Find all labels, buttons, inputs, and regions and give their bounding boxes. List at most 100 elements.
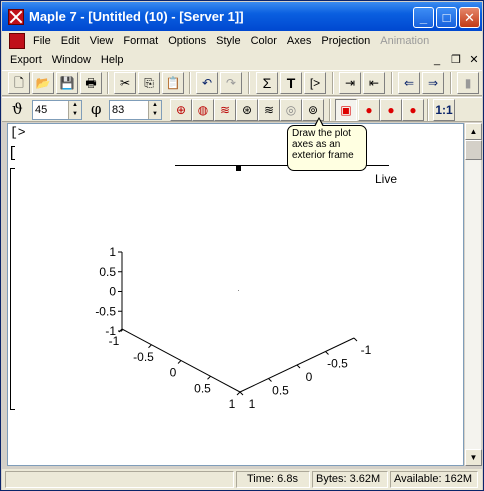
plot-toolbar: ϑ ▲▼ φ ▲▼ ⊕ ◍ ≋ ⊛ ≋ ◎ ⊚ ▣ ● ● ● 1:1 xyxy=(2,97,482,122)
menu-view[interactable]: View xyxy=(85,35,119,47)
menu-style[interactable]: Style xyxy=(211,35,245,47)
undo-icon[interactable]: ↶ xyxy=(196,72,218,94)
plot-3d[interactable]: 10.50-0.5-1-1-0.500.51-1-0.500.51 xyxy=(8,124,464,466)
close-button[interactable]: ✕ xyxy=(459,7,480,28)
toolbar-separator xyxy=(248,72,250,94)
scroll-thumb[interactable] xyxy=(465,140,482,160)
menu-bar: File Edit View Format Options Style Colo… xyxy=(2,31,482,70)
menu-color[interactable]: Color xyxy=(246,35,282,47)
x-tick xyxy=(177,360,182,364)
stop-icon[interactable]: ▮ xyxy=(457,72,479,94)
cut-icon[interactable]: ✂ xyxy=(114,72,136,94)
menu-window[interactable]: Window xyxy=(47,54,96,66)
vertical-scrollbar[interactable]: ▲ ▼ xyxy=(464,123,482,466)
tooltip-pointer-fill xyxy=(315,119,323,127)
z-tick-label: 0.5 xyxy=(99,265,116,279)
x-tick-label: -1 xyxy=(109,334,120,348)
title-bar[interactable]: Maple 7 - [Untitled (10) - [Server 1]] _… xyxy=(2,2,482,31)
status-bytes: Bytes: 3.62M xyxy=(312,471,388,488)
paste-icon[interactable]: 📋 xyxy=(162,72,184,94)
y-tick xyxy=(239,391,244,396)
redo-icon[interactable]: ↷ xyxy=(220,72,242,94)
menu-export[interactable]: Export xyxy=(2,54,47,66)
menu-axes[interactable]: Axes xyxy=(282,35,316,47)
forward-arrow-icon[interactable]: ⇒ xyxy=(422,72,444,94)
style-contour-icon[interactable]: ≋ xyxy=(258,99,280,121)
status-time: Time: 6.8s xyxy=(236,471,310,488)
outdent-icon[interactable]: ⇤ xyxy=(363,72,385,94)
y-tick xyxy=(353,337,358,342)
toolbar-separator xyxy=(332,72,334,94)
menu-format[interactable]: Format xyxy=(118,35,163,47)
save-icon[interactable]: 💾 xyxy=(56,72,78,94)
style-patch-contour-icon[interactable]: ≋ xyxy=(214,99,236,121)
print-icon[interactable]: 🖶 xyxy=(80,72,102,94)
back-arrow-icon[interactable]: ⇐ xyxy=(398,72,420,94)
sigma-icon[interactable]: Σ xyxy=(256,72,278,94)
new-document-icon[interactable]: 🗋 xyxy=(8,72,30,94)
z-tick-label: 0 xyxy=(109,285,116,299)
menu-file[interactable]: File xyxy=(28,35,56,47)
scroll-down-icon[interactable]: ▼ xyxy=(465,449,482,466)
copy-icon[interactable]: ⎘ xyxy=(138,72,160,94)
axes-none-icon[interactable]: ● xyxy=(402,99,424,121)
document-menu-icon[interactable] xyxy=(9,32,25,49)
standard-toolbar: 🗋 📂 💾 🖶 ✂ ⎘ 📋 ↶ ↷ Σ T [> ⇥ ⇤ ⇐ ⇒ ▮ xyxy=(2,70,482,96)
y-tick-label: 0.5 xyxy=(272,384,289,398)
toolbar-separator xyxy=(450,72,452,94)
menu-help[interactable]: Help xyxy=(96,54,129,66)
maple-window: Maple 7 - [Untitled (10) - [Server 1]] _… xyxy=(0,0,484,491)
y-tick xyxy=(268,378,272,382)
maple-logo-icon[interactable] xyxy=(8,9,24,25)
phi-spinner[interactable]: ▲▼ xyxy=(109,100,162,120)
maximize-button[interactable]: □ xyxy=(436,7,457,28)
theta-spin-arrows-icon[interactable]: ▲ ▼ xyxy=(68,101,81,119)
constrained-ratio-button[interactable]: 1:1 xyxy=(433,99,455,121)
toolbar-separator xyxy=(391,72,393,94)
menu-edit[interactable]: Edit xyxy=(56,35,85,47)
y-tick-label: -1 xyxy=(361,343,372,357)
status-message xyxy=(5,471,234,488)
menu-animation[interactable]: Animation xyxy=(375,35,434,47)
scroll-up-icon[interactable]: ▲ xyxy=(465,123,482,140)
toolbar-separator xyxy=(329,99,331,121)
toolbar-separator xyxy=(427,99,429,121)
doc-restore-icon[interactable]: ❐ xyxy=(448,53,464,67)
worksheet[interactable]: [> [ Live 1 0.5 0 -0.5 -1 -1 -0.5 0 0.5 1 -1 -0.5 0 0… xyxy=(7,123,464,466)
text-mode-icon[interactable]: T xyxy=(280,72,302,94)
y-tick-label: 1 xyxy=(249,397,256,411)
style-patch-icon[interactable]: ⊕ xyxy=(170,99,192,121)
x-tick xyxy=(148,344,152,349)
menu-projection[interactable]: Projection xyxy=(316,35,375,47)
x-tick-label: -0.5 xyxy=(133,350,154,364)
insert-prompt-icon[interactable]: [> xyxy=(304,72,326,94)
style-patch-nogrid-icon[interactable]: ◍ xyxy=(192,99,214,121)
theta-label: ϑ xyxy=(12,100,23,118)
phi-label: φ xyxy=(91,100,102,118)
menu-row-1: File Edit View Format Options Style Colo… xyxy=(2,31,434,50)
style-wireframe-icon[interactable]: ⊛ xyxy=(236,99,258,121)
y-tick xyxy=(296,364,301,369)
axes-frame-tooltip: Draw the plot axes as an exterior frame xyxy=(287,117,367,171)
menu-options[interactable]: Options xyxy=(163,35,211,47)
tooltip-text: Draw the plot axes as an exterior frame xyxy=(292,128,354,161)
x-tick-label: 0 xyxy=(170,366,177,380)
phi-spin-arrows-icon[interactable]: ▲ ▼ xyxy=(148,101,161,119)
toolbar-separator xyxy=(189,72,191,94)
theta-spinner[interactable]: ▲▼ xyxy=(32,100,82,120)
axes-boxed-icon[interactable]: ● xyxy=(358,99,380,121)
doc-close-icon[interactable]: ✕ xyxy=(466,53,482,67)
indent-icon[interactable]: ⇥ xyxy=(339,72,361,94)
open-folder-icon[interactable]: 📂 xyxy=(32,72,54,94)
x-tick xyxy=(236,391,241,396)
menu-row-2: Export Window Help xyxy=(2,50,129,69)
doc-minimize-icon[interactable]: _ xyxy=(429,53,445,67)
x-tick xyxy=(207,375,211,380)
axes-frame-icon[interactable]: ▣ xyxy=(335,99,357,121)
minimize-button[interactable]: _ xyxy=(413,7,434,28)
style-hidden-line-icon[interactable]: ◎ xyxy=(280,99,302,121)
axes-normal-icon[interactable]: ● xyxy=(380,99,402,121)
window-title: Maple 7 - [Untitled (10) - [Server 1]] xyxy=(29,9,244,24)
x-tick-label: 0.5 xyxy=(194,381,211,395)
status-available: Available: 162M xyxy=(390,471,478,488)
